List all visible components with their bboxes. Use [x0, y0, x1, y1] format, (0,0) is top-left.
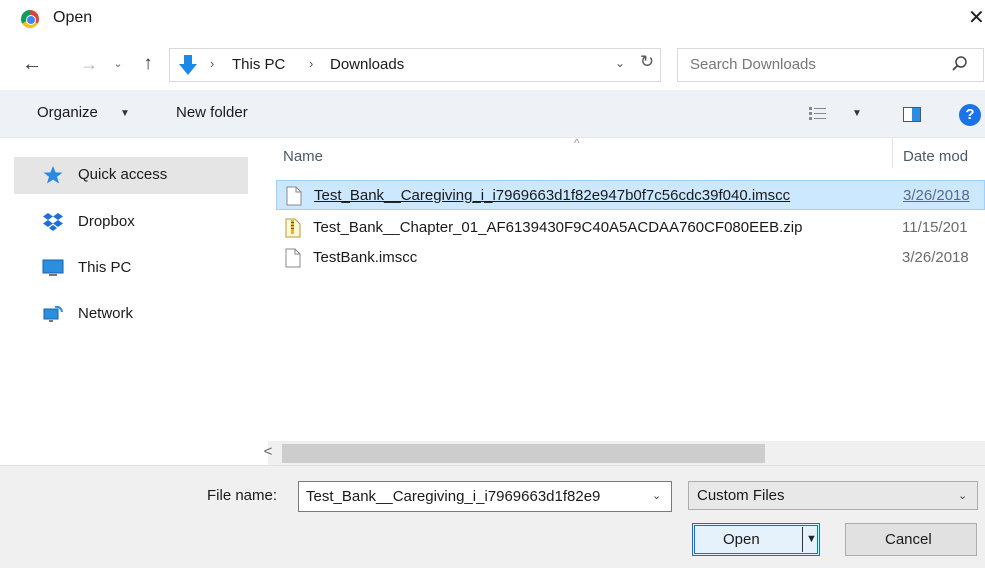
up-button[interactable]: ↑ [138, 52, 158, 76]
command-bar [0, 90, 985, 138]
scroll-left-button[interactable]: < [258, 443, 278, 463]
file-icon [286, 186, 302, 206]
open-options-caret-icon[interactable]: ▼ [806, 533, 817, 545]
file-date: 11/15/201 [902, 219, 968, 236]
address-dropdown-button[interactable]: ⌄ [615, 56, 625, 70]
view-caret-icon[interactable]: ▼ [852, 108, 862, 119]
preview-pane-icon[interactable] [903, 107, 921, 122]
sort-ascending-icon: ^ [574, 136, 580, 150]
scrollbar-thumb[interactable] [282, 444, 765, 463]
close-button[interactable]: ✕ [968, 5, 985, 31]
view-options-icon[interactable] [808, 105, 828, 123]
refresh-button[interactable]: ↻ [636, 52, 658, 72]
open-button-label[interactable]: Open [723, 531, 760, 548]
star-icon [43, 166, 63, 184]
organize-button[interactable]: Organize [37, 104, 98, 121]
breadcrumb-downloads[interactable]: Downloads [330, 56, 404, 73]
downloads-arrow-icon [179, 55, 197, 75]
file-date: 3/26/2018 [903, 187, 970, 204]
column-header-name[interactable]: Name [283, 148, 323, 165]
sidebar-item-dropbox[interactable]: Dropbox [14, 204, 248, 241]
dropbox-icon [43, 213, 63, 231]
sidebar-item-label: Dropbox [78, 213, 135, 230]
recent-locations-button[interactable]: ⌄ [110, 52, 126, 76]
sidebar-item-this-pc[interactable]: This PC [14, 250, 248, 287]
breadcrumb-this-pc[interactable]: This PC [232, 56, 285, 73]
file-name: Test_Bank__Caregiving_i_i7969663d1f82e94… [314, 187, 791, 204]
forward-button[interactable]: → [79, 52, 99, 76]
file-type-dropdown-icon[interactable]: ⌄ [958, 489, 967, 502]
cancel-button-label[interactable]: Cancel [885, 531, 932, 548]
zip-icon [285, 218, 301, 238]
file-name-label: File name: [207, 487, 278, 504]
chrome-icon [21, 10, 39, 28]
column-header-date-modified[interactable]: Date mod [903, 148, 968, 165]
file-row[interactable]: Test_Bank__Caregiving_i_i7969663d1f82e94… [276, 180, 985, 210]
file-date: 3/26/2018 [902, 249, 969, 266]
breadcrumb-separator[interactable]: › [309, 56, 313, 71]
file-name: TestBank.imscc [313, 249, 418, 266]
file-row[interactable]: TestBank.imscc 3/26/2018 [276, 243, 985, 273]
back-button[interactable]: ← [20, 52, 44, 76]
open-split-divider [802, 527, 803, 552]
sidebar-item-label: This PC [78, 259, 132, 276]
title-bar [0, 0, 985, 38]
network-icon [43, 305, 63, 322]
search-icon[interactable] [948, 52, 972, 76]
file-row[interactable]: Test_Bank__Chapter_01_AF6139430F9C40A5AC… [276, 213, 985, 243]
help-icon[interactable]: ? [959, 104, 981, 126]
sidebar-item-quick-access[interactable]: Quick access [14, 157, 248, 194]
file-name: Test_Bank__Chapter_01_AF6139430F9C40A5AC… [313, 219, 803, 236]
search-placeholder: Search Downloads [690, 56, 816, 73]
file-icon [285, 248, 301, 268]
file-name-value[interactable]: Test_Bank__Caregiving_i_i7969663d1f82e9 [306, 488, 646, 505]
sidebar-item-label: Network [78, 305, 134, 322]
sidebar-item-label: Quick access [78, 166, 168, 183]
monitor-icon [42, 259, 64, 276]
new-folder-button[interactable]: New folder [176, 104, 248, 121]
breadcrumb-separator[interactable]: › [210, 56, 214, 71]
file-name-dropdown-icon[interactable]: ⌄ [652, 489, 661, 502]
file-type-value[interactable]: Custom Files [697, 487, 785, 504]
sidebar-item-network[interactable]: Network [14, 296, 248, 333]
window-title: Open [53, 9, 93, 26]
column-divider[interactable] [892, 138, 893, 168]
organize-caret-icon[interactable]: ▼ [120, 108, 130, 119]
